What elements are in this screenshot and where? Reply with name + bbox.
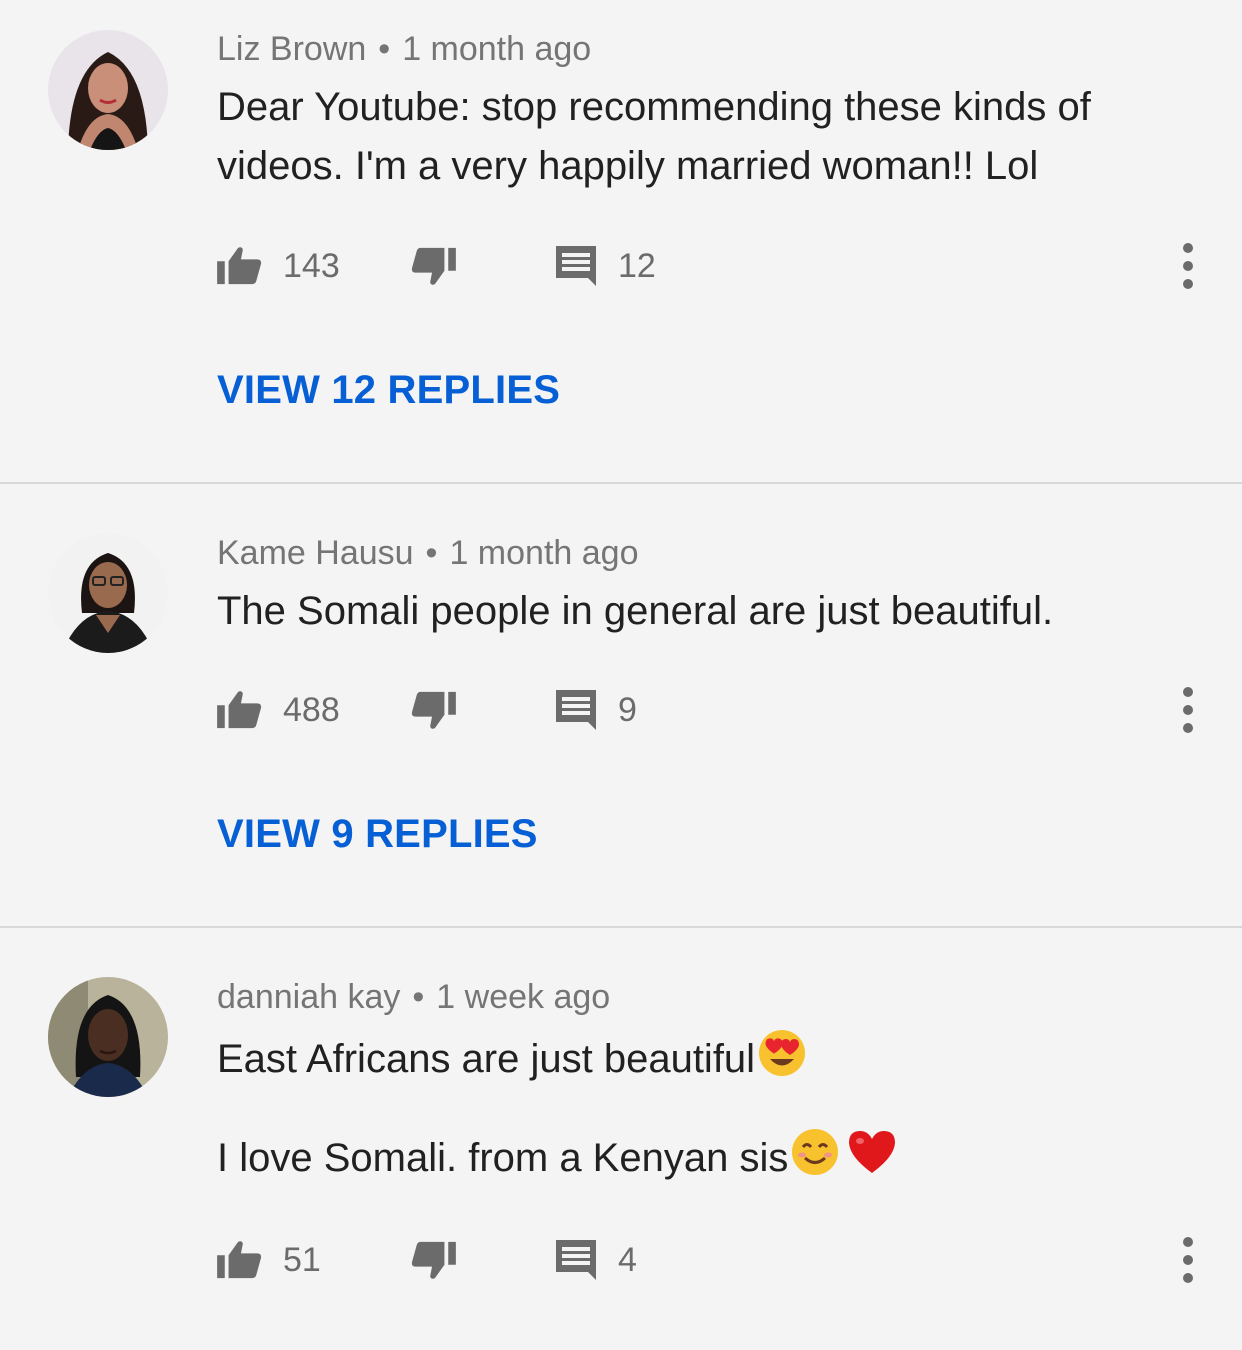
comment-1: Liz Brown • 1 month ago Dear Youtube: stop… (0, 0, 1242, 484)
comment-line-text: I love Somali. from a Kenyan sis (217, 1136, 789, 1181)
separator-dot: • (425, 534, 438, 572)
dislike-button[interactable] (410, 236, 456, 296)
reply-icon (556, 246, 596, 286)
reply-icon (556, 690, 596, 730)
avatar[interactable] (48, 533, 168, 653)
reply-count: 4 (618, 1240, 637, 1279)
comment-line: The Somali people in general are just be… (217, 589, 1054, 633)
reply-count: 9 (618, 690, 637, 729)
comment-meta: Liz Brown • 1 month ago (217, 30, 591, 69)
dislike-button[interactable] (410, 680, 456, 740)
comment-actions: 488 9 (0, 680, 1242, 740)
comment-line: East Africans are just beautiful (217, 1028, 1177, 1087)
like-button[interactable]: 51 (217, 1230, 321, 1290)
reply-button[interactable]: 12 (556, 236, 656, 296)
comment-3: danniah kay • 1 week ago East Africans are… (0, 928, 1242, 1350)
thumbs-down-icon (410, 246, 456, 286)
reply-count: 12 (618, 246, 656, 285)
thumbs-up-icon (217, 1240, 263, 1280)
more-vert-icon (1183, 687, 1193, 733)
comment-2: Kame Hausu • 1 month ago The Somali people… (0, 484, 1242, 928)
comment-actions: 51 4 (0, 1230, 1242, 1290)
comment-actions: 143 12 (0, 236, 1242, 296)
avatar[interactable] (48, 30, 168, 150)
thumbs-up-icon (217, 246, 263, 286)
more-options-button[interactable] (1170, 236, 1206, 296)
reply-button[interactable]: 9 (556, 680, 637, 740)
comment-line: videos. I'm a very happily married woman… (217, 144, 1039, 188)
comment-time: 1 week ago (436, 978, 611, 1016)
view-replies-link[interactable]: VIEW 9 REPLIES (217, 812, 538, 857)
more-options-button[interactable] (1170, 1230, 1206, 1290)
author-name[interactable]: Kame Hausu (217, 534, 414, 572)
reply-button[interactable]: 4 (556, 1230, 637, 1290)
comment-text: East Africans are just beautiful I love … (217, 1028, 1177, 1186)
comment-time: 1 month ago (449, 534, 639, 572)
avatar[interactable] (48, 977, 168, 1097)
more-vert-icon (1183, 243, 1193, 289)
separator-dot: • (412, 978, 425, 1016)
reply-icon (556, 1240, 596, 1280)
author-name[interactable]: Liz Brown (217, 30, 366, 68)
view-replies-link[interactable]: VIEW 12 REPLIES (217, 368, 560, 413)
comment-line: I love Somali. from a Kenyan sis (217, 1127, 1177, 1186)
like-count: 488 (283, 690, 340, 729)
dislike-button[interactable] (410, 1230, 456, 1290)
comment-line: Dear Youtube: stop recommending these ki… (217, 85, 1091, 129)
author-name[interactable]: danniah kay (217, 978, 400, 1016)
like-button[interactable]: 143 (217, 236, 340, 296)
heart-eyes-emoji (757, 1028, 807, 1095)
comment-time: 1 month ago (402, 30, 592, 68)
like-button[interactable]: 488 (217, 680, 340, 740)
like-count: 143 (283, 246, 340, 285)
comment-text: The Somali people in general are just be… (217, 582, 1177, 641)
more-vert-icon (1183, 1237, 1193, 1283)
separator-dot: • (378, 30, 391, 68)
red-heart-emoji (846, 1127, 898, 1194)
thumbs-down-icon (410, 690, 456, 730)
thumbs-up-icon (217, 690, 263, 730)
comment-meta: Kame Hausu • 1 month ago (217, 534, 638, 573)
like-count: 51 (283, 1240, 321, 1279)
more-options-button[interactable] (1170, 680, 1206, 740)
smile-emoji (790, 1127, 840, 1194)
comment-meta: danniah kay • 1 week ago (217, 978, 610, 1017)
comment-text: Dear Youtube: stop recommending these ki… (217, 78, 1177, 196)
comment-line-text: East Africans are just beautiful (217, 1037, 756, 1082)
thumbs-down-icon (410, 1240, 456, 1280)
